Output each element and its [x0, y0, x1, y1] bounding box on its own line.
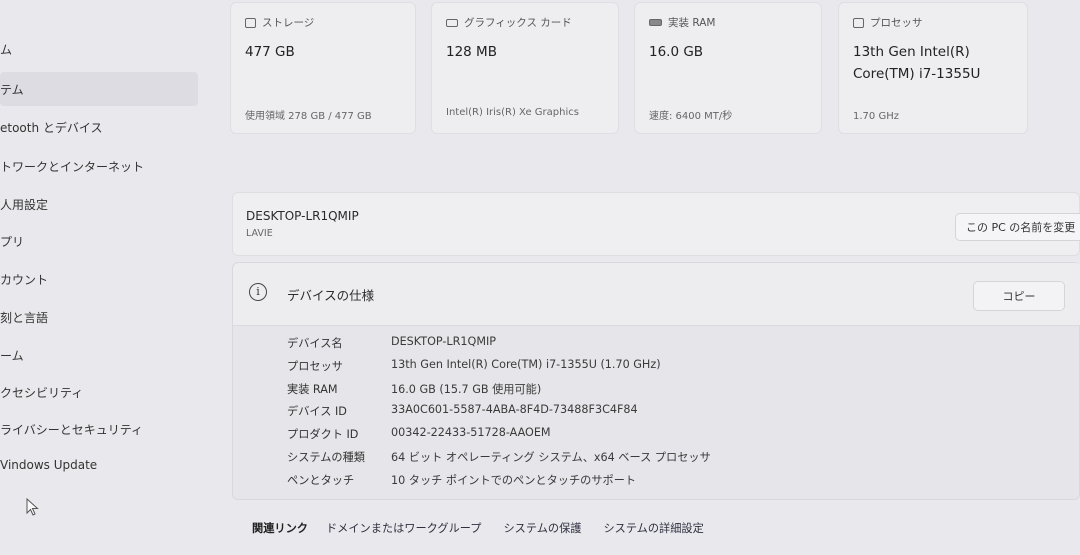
sidebar-item-privacy-security[interactable]: ライバシーとセキュリティ: [0, 412, 143, 446]
sidebar-item-accounts[interactable]: カウント: [0, 262, 48, 296]
spec-label: 実装 RAM: [287, 382, 338, 396]
spec-value: 13th Gen Intel(R) Core(TM) i7-1355U (1.7…: [391, 357, 661, 371]
related-links-title: 関連リンク: [252, 522, 308, 535]
card-subtext: Intel(R) Iris(R) Xe Graphics: [446, 107, 579, 118]
device-specifications-panel: i デバイスの仕様 コピー デバイス名 DESKTOP-LR1QMIP プロセッ…: [232, 262, 1080, 500]
storage-card[interactable]: ストレージ 477 GB 使用領域 278 GB / 477 GB: [230, 2, 416, 134]
section-title: デバイスの仕様: [287, 288, 375, 303]
spec-label: システムの種類: [287, 450, 365, 464]
device-name: DESKTOP-LR1QMIP: [246, 209, 359, 223]
spec-label: デバイス名: [287, 337, 343, 350]
card-value: 477 GB: [245, 44, 295, 60]
rename-pc-button[interactable]: この PC の名前を変更: [955, 213, 1080, 241]
spec-value: 64 ビット オペレーティング システム、x64 ベース プロセッサ: [391, 450, 711, 464]
processor-card[interactable]: プロセッサ 13th Gen Intel(R) Core(TM) i7-1355…: [838, 2, 1028, 134]
sidebar-item-label: 人用設定: [0, 197, 49, 212]
spec-value: 00342-22433-51728-AAOEM: [391, 426, 551, 440]
card-value: 13th Gen Intel(R): [853, 44, 970, 60]
card-title: グラフィックス カード: [464, 17, 572, 29]
domain-workgroup-link[interactable]: ドメインまたはワークグループ: [326, 520, 482, 536]
sidebar-item-label: カウント: [0, 272, 49, 287]
card-subtext: 使用領域 278 GB / 477 GB: [245, 111, 372, 122]
processor-icon: [853, 17, 864, 28]
sidebar-item-label: クセシビリティ: [0, 385, 84, 400]
spec-label: プロダクト ID: [287, 428, 359, 442]
copy-button[interactable]: コピー: [973, 281, 1065, 311]
spec-label: ペンとタッチ: [287, 473, 355, 487]
card-title: プロセッサ: [870, 17, 923, 29]
sidebar-item-label: ーム: [0, 348, 24, 363]
card-value: 16.0 GB: [649, 44, 704, 60]
spec-value: 16.0 GB (15.7 GB 使用可能): [391, 382, 542, 396]
device-specifications-header[interactable]: i デバイスの仕様 コピー: [233, 263, 1080, 326]
sidebar-item-accessibility[interactable]: クセシビリティ: [0, 375, 83, 409]
device-model: LAVIE: [246, 228, 273, 239]
sidebar-item-label: 刻と言語: [0, 310, 49, 325]
card-title: 実装 RAM: [668, 17, 716, 29]
ram-icon: [649, 19, 662, 26]
card-value: 128 MB: [446, 44, 497, 60]
sidebar-item-time-language[interactable]: 刻と言語: [0, 300, 48, 334]
card-title: ストレージ: [262, 17, 315, 29]
sidebar-item-label: テム: [0, 82, 24, 97]
card-subtext: 速度: 6400 MT/秒: [649, 111, 733, 122]
mouse-cursor-icon: [26, 498, 39, 516]
spec-value: 33A0C601-5587-4ABA-8F4D-73488F3C4F84: [391, 403, 638, 417]
spec-label: デバイス ID: [287, 405, 347, 419]
sidebar-item-label: Vindows Update: [0, 458, 98, 472]
sidebar-item-label: トワークとインターネット: [0, 159, 145, 174]
system-protection-link[interactable]: システムの保護: [503, 520, 581, 536]
info-icon: i: [249, 283, 267, 301]
sidebar: ム テム etooth とデバイス トワークとインターネット 人用設定 プリ カ…: [0, 0, 215, 555]
card-subtext: 1.70 GHz: [853, 111, 899, 122]
sidebar-item-network[interactable]: トワークとインターネット: [0, 149, 144, 183]
related-links: 関連リンク ドメインまたはワークグループ システムの保護 システムの詳細設定: [252, 520, 726, 536]
sidebar-item-label: プリ: [0, 234, 25, 249]
sidebar-item-system[interactable]: テム: [0, 72, 198, 106]
sidebar-item-label: etooth とデバイス: [0, 120, 103, 135]
graphics-card-card[interactable]: グラフィックス カード 128 MB Intel(R) Iris(R) Xe G…: [431, 2, 619, 134]
sidebar-item-home[interactable]: ム: [0, 32, 12, 66]
sidebar-item-windows-update[interactable]: Vindows Update: [0, 448, 97, 482]
graphics-card-icon: [446, 18, 458, 27]
sidebar-item-label: ライバシーとセキュリティ: [0, 422, 144, 437]
sidebar-item-apps[interactable]: プリ: [0, 224, 24, 258]
device-name-bar: DESKTOP-LR1QMIP LAVIE この PC の名前を変更: [232, 192, 1080, 256]
sidebar-item-label: ム: [0, 42, 13, 57]
sidebar-item-gaming[interactable]: ーム: [0, 338, 24, 372]
spec-value: 10 タッチ ポイントでのペンとタッチのサポート: [391, 473, 637, 487]
storage-icon: [245, 17, 256, 28]
spec-value: DESKTOP-LR1QMIP: [391, 335, 497, 348]
sidebar-item-bluetooth[interactable]: etooth とデバイス: [0, 110, 103, 144]
ram-card[interactable]: 実装 RAM 16.0 GB 速度: 6400 MT/秒: [634, 2, 822, 134]
sidebar-item-personalization[interactable]: 人用設定: [0, 187, 48, 221]
advanced-system-settings-link[interactable]: システムの詳細設定: [603, 520, 703, 536]
card-value-line2: Core(TM) i7-1355U: [853, 66, 981, 82]
spec-label: プロセッサ: [287, 359, 343, 373]
